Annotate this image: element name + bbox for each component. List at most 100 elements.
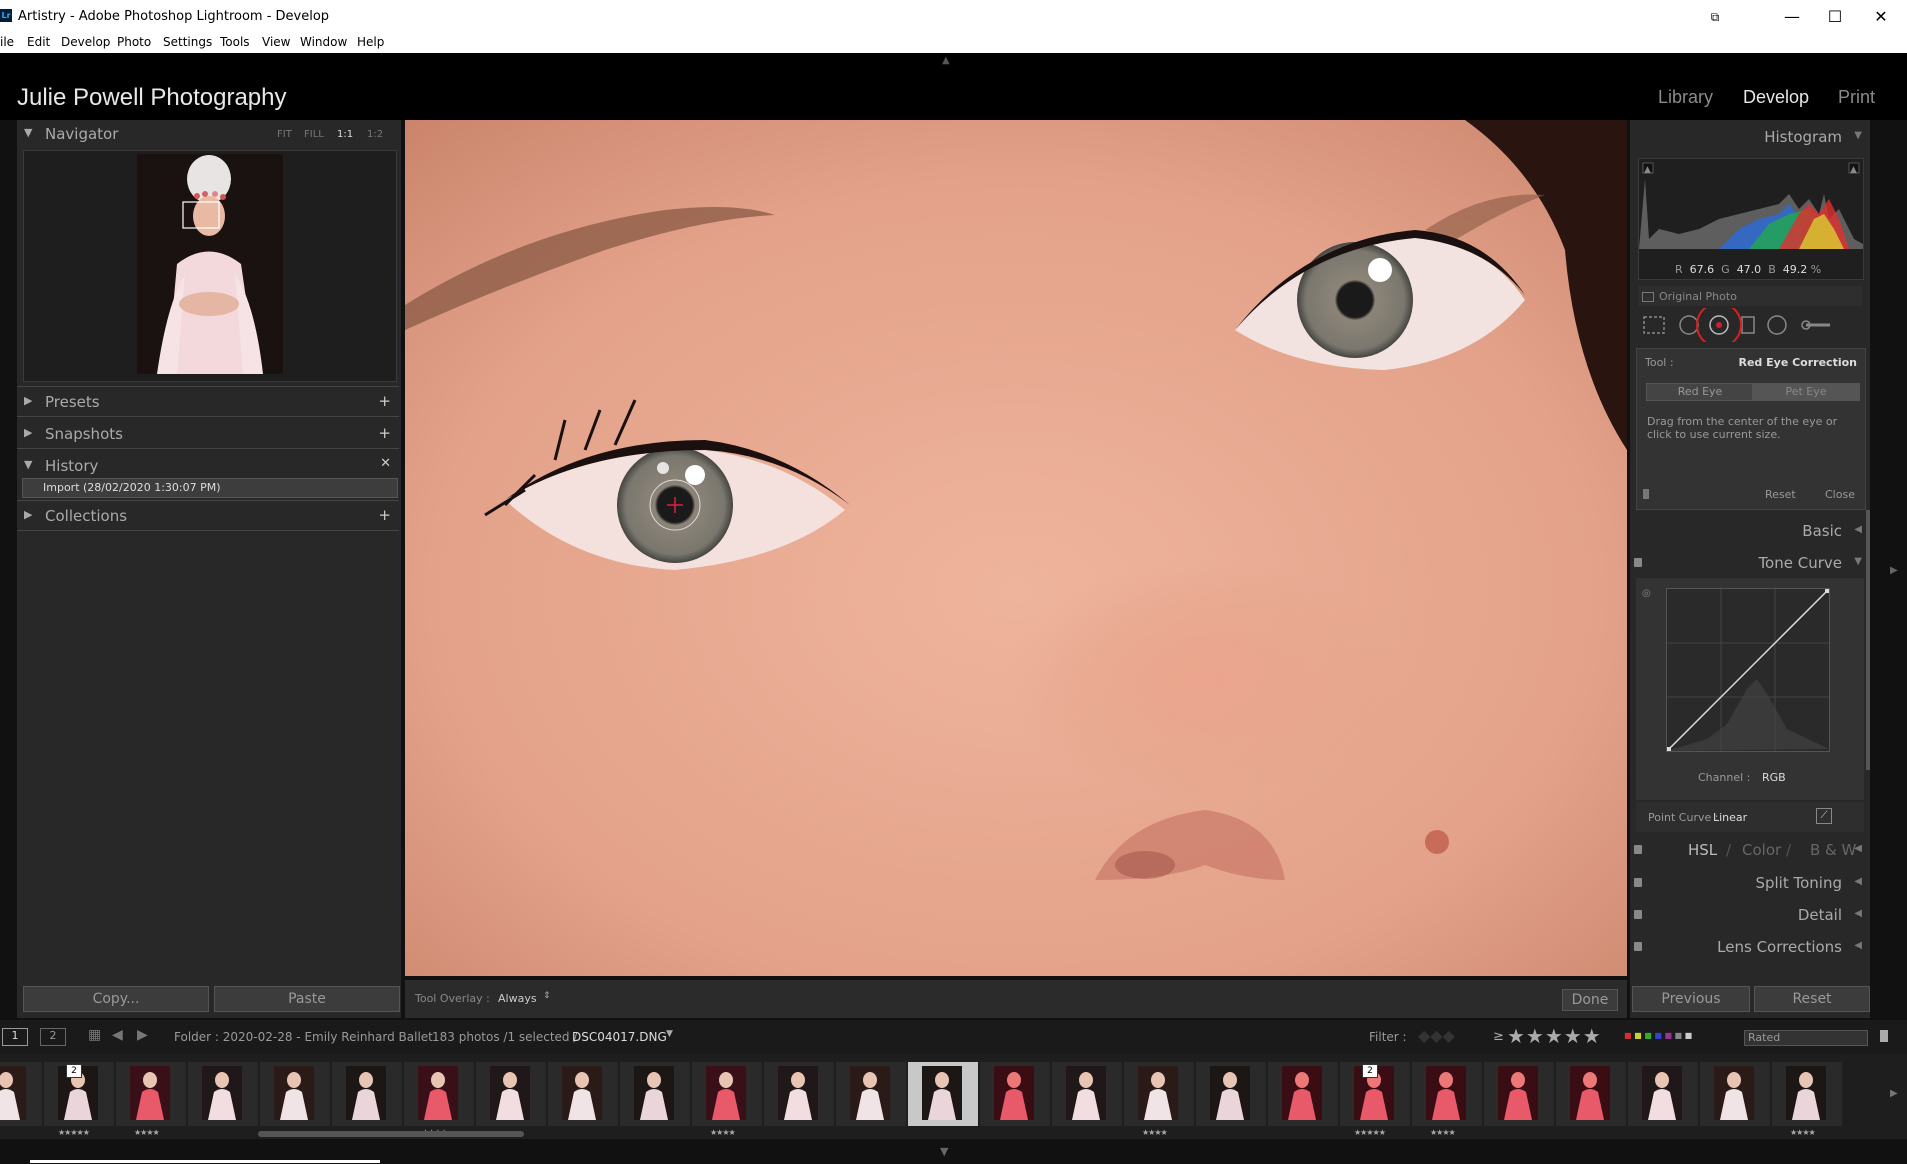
snapshots-header[interactable]: ▶ Snapshots + [17,422,399,446]
module-library[interactable]: Library [1658,87,1713,108]
filmstrip-thumbnail[interactable]: ★★★★ [1772,1062,1842,1137]
rating-operator[interactable]: ≥ [1493,1029,1504,1044]
folder-path[interactable]: Folder : 2020-02-28 - Emily Reinhard Bal… [174,1030,433,1044]
nav-1to2[interactable]: 1:2 [367,129,383,140]
panel-scrollbar[interactable] [1866,510,1870,770]
top-panel-toggle-icon[interactable]: ▲ [942,55,950,66]
star-filter[interactable]: ★★★★★ [1507,1024,1602,1048]
main-image[interactable] [405,120,1627,976]
filmstrip-thumbnail[interactable]: ★★★★★ 2 [1340,1062,1410,1137]
screen-1-button[interactable]: 1 [2,1028,28,1046]
color-label[interactable]: Color [1742,841,1781,859]
filmstrip-thumbnail[interactable] [1052,1062,1122,1126]
history-header[interactable]: ▼ History ✕ [17,454,399,478]
collections-header[interactable]: ▶ Collections + [17,504,399,528]
filmstrip-thumbnail[interactable] [332,1062,402,1126]
clear-history-icon[interactable]: ✕ [380,456,391,471]
tone-curve-graph[interactable] [1666,588,1830,752]
add-preset-icon[interactable]: + [378,392,391,410]
filmstrip-thumbnail[interactable] [620,1062,690,1126]
target-adjust-icon[interactable]: ◎ [1642,588,1651,599]
filmstrip-thumbnail[interactable]: ★★★★ [116,1062,186,1137]
pet-eye-mode-button[interactable]: Pet Eye [1752,383,1860,401]
filmstrip-thumbnail[interactable]: ★★★★ [404,1062,474,1137]
filmstrip-thumbnail[interactable]: ★★★★★ 2 [44,1062,114,1137]
done-button[interactable]: Done [1562,989,1618,1011]
filmstrip-thumbnail[interactable] [1484,1062,1554,1126]
restore-icon[interactable]: ⧉ [1695,6,1735,28]
filmstrip-thumbnail[interactable]: ★★★★ [692,1062,762,1137]
paste-button[interactable]: Paste [214,986,400,1012]
filmstrip-thumbnail[interactable] [1196,1062,1266,1126]
screen-2-button[interactable]: 2 [40,1028,66,1046]
add-snapshot-icon[interactable]: + [378,424,391,442]
tone-curve-header[interactable]: Tone Curve ▼ [1630,550,1870,576]
filmstrip-thumbnail[interactable] [260,1062,330,1126]
flag-filter-icon[interactable]: ◆◆◆ [1418,1026,1455,1045]
hsl-header[interactable]: HSL / Color / B & W ◀ [1630,837,1870,863]
tool-close-button[interactable]: Close [1825,488,1855,501]
filmstrip-scrollbar[interactable] [258,1131,524,1137]
filmstrip-thumbnail[interactable] [908,1062,978,1126]
detail-header[interactable]: Detail ◀ [1630,902,1870,928]
reset-button[interactable]: Reset [1754,986,1870,1012]
curve-edit-icon[interactable]: ⟋ [1816,808,1832,824]
filmstrip-thumbnail[interactable] [188,1062,258,1126]
history-item[interactable]: Import (28/02/2020 1:30:07 PM) [22,478,398,498]
back-arrow-icon[interactable]: ◀ [112,1027,123,1043]
add-collection-icon[interactable]: + [378,506,391,524]
menu-tools[interactable]: Tools [220,35,250,49]
menu-develop[interactable]: Develop [61,35,110,49]
filmstrip-thumbnail[interactable] [0,1062,42,1126]
menu-settings[interactable]: Settings [163,35,212,49]
copy-button[interactable]: Copy... [23,986,209,1012]
original-photo-row[interactable]: Original Photo [1638,286,1862,306]
filmstrip-scroll-right-icon[interactable]: ▶ [1890,1088,1898,1099]
filmstrip-toggle-icon[interactable]: ▼ [940,1145,948,1158]
filmstrip-thumbnail[interactable] [1268,1062,1338,1126]
dropdown-arrow-icon[interactable]: ▼ [666,1029,673,1039]
nav-fit[interactable]: FIT [277,129,292,140]
tool-toggle-switch[interactable] [1643,489,1649,499]
filmstrip-thumbnail[interactable]: ★★★★ [1412,1062,1482,1137]
filmstrip-thumbnail[interactable] [1628,1062,1698,1126]
filmstrip-thumbnail[interactable] [1700,1062,1770,1126]
tool-overlay-select[interactable]: Always [498,992,537,1005]
filmstrip-thumbnail[interactable] [836,1062,906,1126]
nav-fill[interactable]: FILL [304,129,324,140]
lens-corrections-header[interactable]: Lens Corrections ◀ [1630,934,1870,960]
forward-arrow-icon[interactable]: ▶ [137,1027,148,1043]
filmstrip-thumbnail[interactable] [548,1062,618,1126]
filename[interactable]: DSC04017.DNG [572,1030,667,1044]
presets-header[interactable]: ▶ Presets + [17,390,399,414]
filmstrip-thumbnail[interactable] [1556,1062,1626,1126]
original-photo-checkbox[interactable] [1642,292,1654,302]
hsl-label[interactable]: HSL [1688,841,1717,859]
grid-view-icon[interactable]: ▦ [88,1027,101,1043]
menu-edit[interactable]: Edit [27,35,50,49]
filter-lock-icon[interactable] [1880,1030,1888,1042]
menu-photo[interactable]: Photo [117,35,151,49]
filmstrip-thumbnail[interactable]: ★★★★ [1124,1062,1194,1137]
navigator-header[interactable]: ▼ Navigator FIT FILL 1:1 1:2 [17,122,399,146]
red-eye-mode-button[interactable]: Red Eye [1646,383,1754,401]
module-develop[interactable]: Develop [1743,87,1809,108]
menu-window[interactable]: Window [300,35,347,49]
rated-filter-select[interactable]: Rated [1744,1030,1868,1046]
bw-label[interactable]: B & W [1810,841,1856,859]
color-label-filter[interactable]: ■ ■ ■ ■ ■ ■ ■ [1624,1031,1692,1040]
histogram-header[interactable]: Histogram ▼ [1630,124,1870,150]
filmstrip-thumbnail[interactable] [980,1062,1050,1126]
filmstrip-thumbnail[interactable] [476,1062,546,1126]
menu-help[interactable]: Help [357,35,384,49]
maximize-button[interactable]: ☐ [1815,6,1855,28]
menu-file[interactable]: ile [0,35,14,49]
nav-1to1[interactable]: 1:1 [337,129,353,140]
point-curve-select[interactable]: Linear [1713,811,1747,824]
split-toning-header[interactable]: Split Toning ◀ [1630,870,1870,896]
filmstrip-thumbnail[interactable] [764,1062,834,1126]
module-print[interactable]: Print [1838,87,1875,108]
navigator-preview[interactable] [23,150,397,382]
minimize-button[interactable]: — [1772,6,1812,28]
tool-reset-button[interactable]: Reset [1765,488,1796,501]
